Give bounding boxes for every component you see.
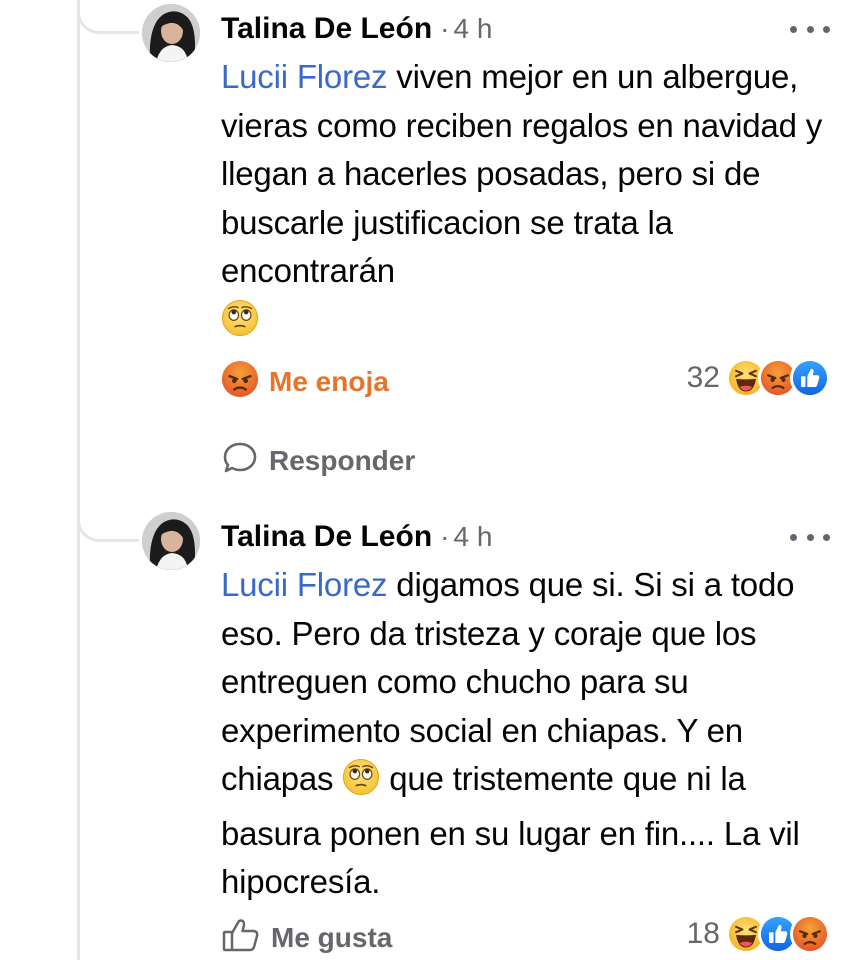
author-name[interactable]: Talina De León [221,520,432,554]
angry-reaction-icon [790,914,830,954]
eye-roll-emoji [221,299,259,351]
mention-link[interactable]: Lucii Florez [221,566,388,603]
avatar[interactable] [142,512,200,570]
more-options-icon[interactable] [790,527,830,547]
timestamp[interactable]: 4 h [453,13,492,45]
thread-line [77,0,80,960]
thread-branch [77,0,139,34]
mention-link[interactable]: Lucii Florez [221,58,388,95]
like-outline-icon [221,916,261,959]
thread-branch [77,508,139,542]
author-name[interactable]: Talina De León [221,12,432,46]
reaction-count: 32 [686,361,720,394]
reply-button[interactable]: Responder [221,440,415,481]
like-reaction-icon [790,358,830,398]
comment-text: Lucii Florez viven mejor en un albergue,… [221,53,841,350]
angry-reaction-icon [221,360,259,403]
my-reaction-label: Me enoja [269,365,389,397]
like-button[interactable]: Me gusta [221,916,392,959]
reaction-summary[interactable]: 18 [687,914,830,954]
comment-header: Talina De León · 4 h [221,12,492,46]
reaction-summary[interactable]: 32 [687,358,830,398]
timestamp[interactable]: 4 h [453,521,492,553]
comment-header: Talina De León · 4 h [221,520,492,554]
separator: · [440,13,450,44]
reaction-count: 18 [686,917,720,950]
like-label: Me gusta [271,921,393,953]
comment-text: Lucii Florez digamos que si. Si si a tod… [221,561,841,907]
my-reaction-button[interactable]: Me enoja [221,360,389,403]
reply-label: Responder [269,444,416,476]
avatar[interactable] [142,4,200,62]
speech-bubble-icon [221,440,259,481]
separator: · [440,521,450,552]
more-options-icon[interactable] [790,19,830,39]
eye-roll-emoji [342,758,380,810]
